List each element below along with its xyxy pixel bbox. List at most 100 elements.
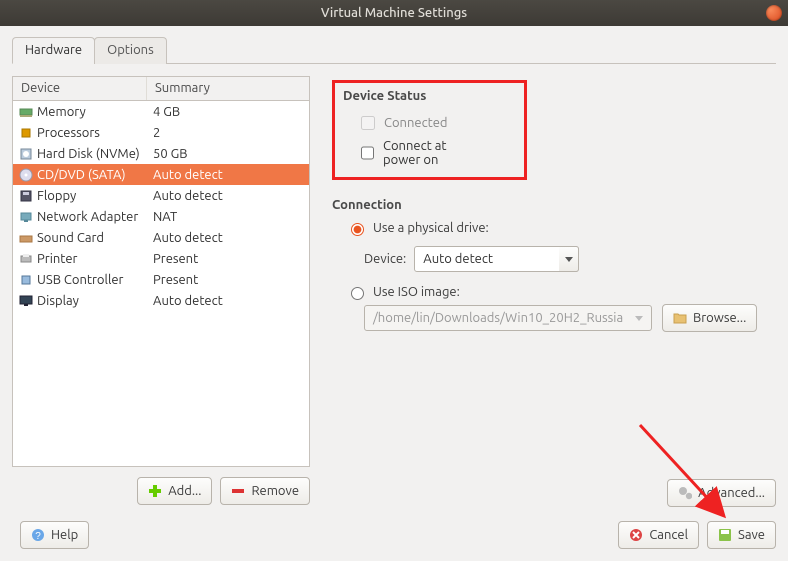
device-name: Memory: [37, 105, 86, 119]
connect-power-checkbox-row[interactable]: Connect at power on: [343, 135, 464, 169]
save-button-label: Save: [738, 528, 765, 542]
device-label: Device:: [364, 252, 406, 266]
device-name: Display: [37, 294, 79, 308]
svg-text:?: ?: [35, 531, 41, 542]
remove-button[interactable]: Remove: [220, 477, 310, 505]
remove-button-label: Remove: [251, 484, 299, 498]
device-summary: Auto detect: [153, 294, 223, 308]
table-row[interactable]: Floppy Auto detect: [13, 185, 309, 206]
cancel-icon: [629, 528, 643, 542]
printer-icon: [19, 252, 33, 266]
tab-hardware[interactable]: Hardware: [12, 37, 95, 64]
connect-power-label: Connect at power on: [383, 139, 464, 167]
plus-icon: [148, 484, 162, 498]
cd-icon: [19, 168, 33, 182]
cpu-icon: [19, 126, 33, 140]
help-button-label: Help: [51, 528, 78, 542]
help-button[interactable]: ? Help: [20, 521, 89, 549]
device-name: Printer: [37, 252, 77, 266]
device-summary: Present: [153, 273, 198, 287]
left-button-row: Add... Remove: [12, 477, 310, 505]
table-row[interactable]: Processors 2: [13, 122, 309, 143]
browse-button[interactable]: Browse...: [662, 304, 757, 332]
minus-icon: [231, 484, 245, 498]
save-button[interactable]: Save: [707, 521, 776, 549]
save-icon: [718, 528, 732, 542]
iso-path-entry: /home/lin/Downloads/Win10_20H2_Russia: [364, 305, 652, 331]
help-icon: ?: [31, 528, 45, 542]
table-row[interactable]: Display Auto detect: [13, 290, 309, 311]
device-status-title: Device Status: [343, 89, 464, 103]
content-area: Hardware Options Device Summary Memory 4 …: [0, 26, 788, 517]
gears-icon: [678, 486, 692, 500]
browse-button-label: Browse...: [693, 311, 746, 325]
connected-label: Connected: [384, 116, 448, 130]
usb-icon: [19, 273, 33, 287]
device-summary: Auto detect: [153, 231, 223, 245]
device-table-header: Device Summary: [13, 77, 309, 101]
dialog-button-bar: ? Help Cancel Save: [12, 521, 776, 549]
tab-options[interactable]: Options: [94, 37, 167, 64]
device-combo-value: Auto detect: [423, 252, 493, 266]
close-icon[interactable]: [766, 5, 782, 21]
disk-icon: [19, 147, 33, 161]
cancel-button[interactable]: Cancel: [618, 521, 699, 549]
device-name: Network Adapter: [37, 210, 138, 224]
connected-checkbox: [361, 116, 375, 130]
device-name: CD/DVD (SATA): [37, 168, 126, 182]
folder-icon: [673, 311, 687, 325]
memory-icon: [19, 105, 33, 119]
device-summary: NAT: [153, 210, 177, 224]
device-combo[interactable]: Auto detect: [414, 246, 579, 272]
advanced-button[interactable]: Advanced...: [667, 479, 776, 507]
physical-drive-label: Use a physical drive:: [373, 221, 489, 235]
device-summary: 4 GB: [153, 105, 180, 119]
iso-radio-row[interactable]: Use ISO image:: [332, 282, 776, 304]
table-row[interactable]: USB Controller Present: [13, 269, 309, 290]
left-pane: Device Summary Memory 4 GB Processors 2 Hard…: [12, 76, 310, 505]
tab-bar: Hardware Options: [12, 36, 776, 64]
physical-device-row: Device: Auto detect: [332, 240, 776, 282]
iso-label: Use ISO image:: [373, 285, 460, 299]
iso-path-value: /home/lin/Downloads/Win10_20H2_Russia: [373, 311, 623, 325]
tab-page-hardware: Device Summary Memory 4 GB Processors 2 Hard…: [12, 64, 776, 505]
device-name: Floppy: [37, 189, 76, 203]
display-icon: [19, 294, 33, 308]
device-table: Device Summary Memory 4 GB Processors 2 Hard…: [12, 76, 310, 467]
device-table-body: Memory 4 GB Processors 2 Hard Disk (NVMe) 50 …: [13, 101, 309, 466]
device-name: Sound Card: [37, 231, 104, 245]
device-summary: 2: [153, 126, 160, 140]
physical-drive-radio[interactable]: [351, 223, 364, 236]
table-row[interactable]: Hard Disk (NVMe) 50 GB: [13, 143, 309, 164]
add-button[interactable]: Add...: [137, 477, 212, 505]
title-bar: Virtual Machine Settings: [0, 0, 788, 26]
table-row[interactable]: PrinterPresent: [13, 248, 309, 269]
net-icon: [19, 210, 33, 224]
window-title: Virtual Machine Settings: [321, 6, 467, 20]
chevron-down-icon: [559, 246, 579, 272]
connected-checkbox-row: Connected: [343, 109, 464, 135]
add-button-label: Add...: [168, 484, 201, 498]
header-device[interactable]: Device: [13, 77, 147, 100]
device-summary: Auto detect: [153, 168, 223, 182]
device-name: USB Controller: [37, 273, 123, 287]
connect-power-checkbox[interactable]: [361, 146, 374, 160]
table-row[interactable]: CD/DVD (SATA) Auto detect: [13, 164, 309, 185]
device-name: Processors: [37, 126, 100, 140]
table-row[interactable]: Network Adapter NAT: [13, 206, 309, 227]
physical-drive-radio-row[interactable]: Use a physical drive:: [332, 218, 776, 240]
device-status-highlight: Device Status Connected Connect at power…: [332, 80, 527, 180]
iso-radio[interactable]: [351, 287, 364, 300]
table-row[interactable]: Memory 4 GB: [13, 101, 309, 122]
device-summary: 50 GB: [153, 147, 188, 161]
right-pane: Device Status Connected Connect at power…: [332, 76, 776, 505]
device-name: Hard Disk (NVMe): [37, 147, 140, 161]
chevron-down-icon: [635, 316, 643, 321]
iso-path-row: /home/lin/Downloads/Win10_20H2_Russia Br…: [332, 304, 776, 332]
floppy-icon: [19, 189, 33, 203]
header-summary[interactable]: Summary: [147, 77, 309, 100]
table-row[interactable]: Sound Card Auto detect: [13, 227, 309, 248]
cancel-button-label: Cancel: [649, 528, 688, 542]
connection-title: Connection: [332, 198, 776, 212]
device-summary: Auto detect: [153, 189, 223, 203]
